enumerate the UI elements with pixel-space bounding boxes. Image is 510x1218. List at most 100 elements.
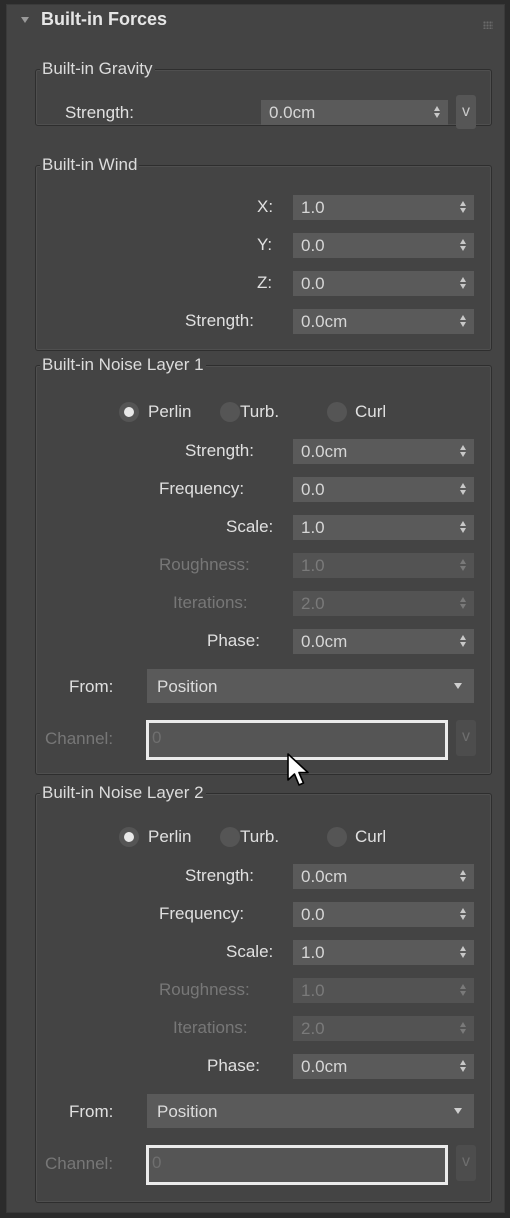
radio-unselected-icon[interactable] (220, 827, 240, 847)
noise2-perlin-label: Perlin (148, 827, 192, 846)
noise2-frequency-spinner[interactable]: 0.0 (293, 902, 474, 927)
noise1-iterations-label: Iterations: (173, 593, 248, 612)
spinner-arrows-icon[interactable] (460, 906, 467, 922)
spinner-arrows-icon[interactable] (460, 313, 467, 329)
wind-y-label: Y: (257, 235, 273, 254)
grip-dots-icon[interactable] (483, 21, 493, 29)
noise1-roughness-label: Roughness: (159, 555, 250, 574)
noise2-phase-value[interactable]: 0.0cm (301, 1057, 347, 1077)
noise1-scale-spinner[interactable]: 1.0 (293, 515, 474, 540)
gravity-strength-label: Strength: (65, 103, 134, 122)
chevron-down-icon[interactable] (454, 1108, 462, 1114)
radio-unselected-icon[interactable] (220, 402, 240, 422)
noise1-scale-label: Scale: (226, 517, 274, 536)
noise2-from-dropdown[interactable]: Position (147, 1094, 474, 1128)
noise2-channel-input[interactable]: 0 (146, 1145, 448, 1185)
spinner-arrows-icon[interactable] (460, 237, 467, 253)
spinner-arrows-icon (460, 557, 467, 573)
gravity-v-button[interactable]: v (456, 95, 476, 129)
noise1-phase-spinner[interactable]: 0.0cm (293, 629, 474, 654)
spinner-arrows-icon[interactable] (460, 275, 467, 291)
noise1-from-value[interactable]: Position (157, 677, 217, 697)
v-label: v (462, 728, 470, 745)
noise1-frequency-label: Frequency: (159, 479, 245, 498)
wind-z-label: Z: (257, 273, 273, 292)
wind-y-value[interactable]: 0.0 (301, 236, 325, 256)
noise1-phase-value[interactable]: 0.0cm (301, 632, 347, 652)
gravity-group-title: Built-in Gravity (40, 59, 155, 79)
radio-unselected-icon[interactable] (327, 827, 347, 847)
chevron-down-icon[interactable] (454, 683, 462, 689)
noise-layer-1-title: Built-in Noise Layer 1 (40, 355, 206, 375)
noise2-iterations-value: 2.0 (301, 1019, 325, 1038)
v-label: v (462, 103, 470, 120)
noise1-roughness-value: 1.0 (301, 556, 325, 575)
wind-strength-value[interactable]: 0.0cm (301, 312, 347, 332)
wind-z-value[interactable]: 0.0 (301, 274, 325, 294)
wind-x-spinner[interactable]: 1.0 (293, 195, 474, 220)
gravity-strength-spinner[interactable]: 0.0cm (261, 100, 448, 125)
spinner-arrows-icon[interactable] (460, 868, 467, 884)
spinner-arrows-icon[interactable] (460, 443, 467, 459)
noise2-roughness-label: Roughness: (159, 980, 250, 999)
noise2-roughness-value: 1.0 (301, 981, 325, 1000)
noise1-channel-value[interactable]: 0 (152, 728, 161, 748)
noise1-from-label: From: (69, 677, 114, 696)
noise1-strength-value[interactable]: 0.0cm (301, 442, 347, 462)
noise2-curl-label: Curl (355, 827, 387, 846)
radio-unselected-icon[interactable] (327, 402, 347, 422)
spinner-arrows-icon (460, 595, 467, 611)
spinner-arrows-icon[interactable] (460, 944, 467, 960)
noise-layer-2-title: Built-in Noise Layer 2 (40, 783, 206, 803)
noise1-frequency-value[interactable]: 0.0 (301, 480, 325, 500)
spinner-arrows-icon[interactable] (460, 481, 467, 497)
spinner-arrows-icon[interactable] (460, 519, 467, 535)
collapse-triangle-icon[interactable] (21, 17, 29, 23)
noise1-strength-spinner[interactable]: 0.0cm (293, 439, 474, 464)
noise1-turb-label: Turb. (240, 402, 280, 421)
wind-strength-spinner[interactable]: 0.0cm (293, 309, 474, 334)
noise1-scale-value[interactable]: 1.0 (301, 518, 325, 538)
radio-selected-icon[interactable] (119, 402, 139, 422)
wind-x-value[interactable]: 1.0 (301, 198, 325, 218)
noise2-strength-value[interactable]: 0.0cm (301, 867, 347, 887)
noise2-channel-label: Channel: (45, 1154, 114, 1173)
noise2-strength-spinner[interactable]: 0.0cm (293, 864, 474, 889)
noise2-frequency-value[interactable]: 0.0 (301, 905, 325, 925)
noise1-iterations-spinner: 2.0 (293, 591, 474, 616)
noise2-frequency-label: Frequency: (159, 904, 245, 923)
noise1-frequency-spinner[interactable]: 0.0 (293, 477, 474, 502)
noise1-perlin-label: Perlin (148, 402, 192, 421)
noise2-iterations-label: Iterations: (173, 1018, 248, 1037)
noise2-scale-value[interactable]: 1.0 (301, 943, 325, 963)
wind-z-spinner[interactable]: 0.0 (293, 271, 474, 296)
rollout-header[interactable]: Built-in Forces (7, 5, 504, 39)
spinner-arrows-icon[interactable] (460, 633, 467, 649)
noise1-phase-label: Phase: (207, 631, 260, 650)
noise1-iterations-value: 2.0 (301, 594, 325, 613)
noise2-channel-value[interactable]: 0 (152, 1153, 161, 1173)
spinner-arrows-icon[interactable] (460, 199, 467, 215)
noise2-strength-label: Strength: (185, 866, 254, 885)
noise1-v-button: v (456, 720, 476, 756)
wind-group-title: Built-in Wind (40, 155, 140, 175)
spinner-arrows-icon (460, 982, 467, 998)
noise1-from-dropdown[interactable]: Position (147, 669, 474, 703)
mouse-pointer-icon (287, 753, 309, 786)
wind-x-label: X: (257, 197, 274, 216)
radio-selected-icon[interactable] (119, 827, 139, 847)
noise2-phase-label: Phase: (207, 1056, 260, 1075)
gravity-strength-value[interactable]: 0.0cm (269, 103, 315, 123)
noise1-curl-label: Curl (355, 402, 387, 421)
noise2-scale-label: Scale: (226, 942, 274, 961)
noise2-from-value[interactable]: Position (157, 1102, 217, 1122)
wind-y-spinner[interactable]: 0.0 (293, 233, 474, 258)
wind-strength-label: Strength: (185, 311, 254, 330)
spinner-arrows-icon[interactable] (434, 104, 441, 120)
noise2-iterations-spinner: 2.0 (293, 1016, 474, 1041)
rollout-title: Built-in Forces (41, 9, 168, 29)
noise2-phase-spinner[interactable]: 0.0cm (293, 1054, 474, 1079)
noise2-scale-spinner[interactable]: 1.0 (293, 940, 474, 965)
built-in-forces-panel: Built-in Forces Built-in Gravity Strengt… (6, 4, 505, 1213)
spinner-arrows-icon[interactable] (460, 1058, 467, 1074)
